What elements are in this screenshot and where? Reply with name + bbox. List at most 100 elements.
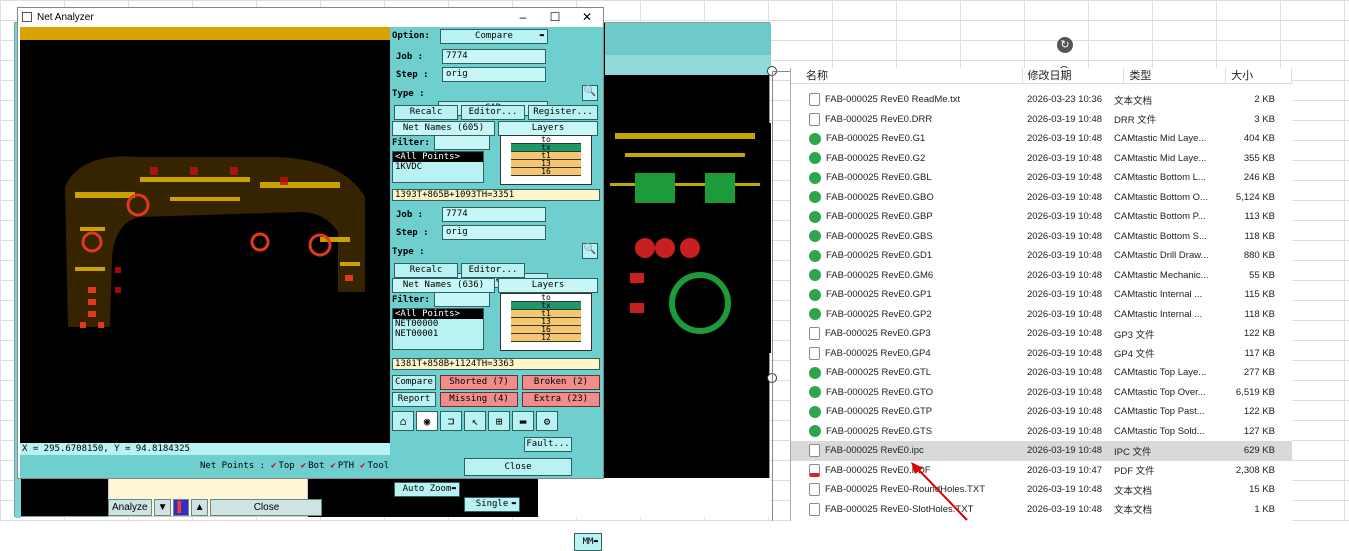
minimize-icon[interactable]: –: [507, 10, 539, 24]
color-swatch-icon[interactable]: ▌: [173, 499, 189, 516]
column-date[interactable]: 修改日期: [1023, 68, 1125, 83]
check-bot[interactable]: ✔ Bot: [301, 461, 325, 471]
editor-b-button[interactable]: Editor...: [461, 263, 525, 278]
filter-a-input[interactable]: [434, 135, 490, 150]
up-arrow-icon[interactable]: ▲: [190, 499, 209, 516]
auto-zoom-dropdown[interactable]: Auto Zoom: [394, 482, 460, 497]
fault-button[interactable]: Fault...: [524, 437, 572, 452]
file-row[interactable]: FAB-000025 RevE0.PDF 2026-03-19 10:47 PDF …: [791, 461, 1292, 481]
file-row[interactable]: FAB-000025 RevE0-SlotHoles.TXT 2026-03-19…: [791, 500, 1292, 520]
file-row[interactable]: FAB-000025 RevE0.GP4 2026-03-19 10:48 GP4 …: [791, 344, 1292, 364]
extra-button[interactable]: Extra (23): [522, 392, 600, 407]
file-type: CAMtastic Internal ...: [1114, 289, 1203, 301]
settings-icon[interactable]: ⚙: [536, 411, 558, 431]
file-row[interactable]: FAB-000025 RevE0.GBL 2026-03-19 10:48 CAMt…: [791, 168, 1292, 188]
zoom-a-icon[interactable]: 🔍: [582, 85, 598, 101]
net-list-a[interactable]: <All Points> 1KVDC: [392, 151, 484, 183]
file-date: 2026-03-19 10:48: [1027, 172, 1103, 184]
file-row[interactable]: FAB-000025 RevE0.ipc 2026-03-19 10:48 IPC …: [791, 441, 1292, 461]
net-list-b[interactable]: <All Points> NET00000 NET00001: [392, 308, 484, 350]
camera-icon[interactable]: ◉: [416, 411, 438, 431]
file-row[interactable]: FAB-000025 RevE0.GM6 2026-03-19 10:48 CAMt…: [791, 266, 1292, 286]
file-date: 2026-03-19 10:48: [1027, 445, 1103, 457]
missing-button[interactable]: Missing (4): [440, 392, 518, 407]
file-row[interactable]: FAB-000025 RevE0.GTS 2026-03-19 10:48 CAMt…: [791, 422, 1292, 442]
file-row[interactable]: FAB-000025 RevE0.GP1 2026-03-19 10:48 CAMt…: [791, 285, 1292, 305]
layers-b-list[interactable]: to tx t1 13 16 12: [500, 293, 592, 351]
file-row[interactable]: FAB-000025 RevE0.DRR 2026-03-19 10:48 DRR …: [791, 110, 1292, 130]
job-b-field[interactable]: 7774: [442, 207, 546, 222]
list-item[interactable]: 1KVDC: [393, 162, 483, 172]
file-row[interactable]: FAB-000025 RevE0.GBS 2026-03-19 10:48 CAMt…: [791, 227, 1292, 247]
layers-a-list[interactable]: to tx t1 13 16: [500, 135, 592, 185]
zoom-area-icon[interactable]: ⊐: [440, 411, 462, 431]
behind-close-button[interactable]: Close: [210, 499, 323, 516]
close-icon[interactable]: ✕: [571, 10, 603, 24]
txt-file-icon: [809, 502, 820, 516]
file-type: 文本文档: [1114, 95, 1153, 107]
file-row[interactable]: FAB-000025 RevE0.GP3 2026-03-19 10:48 GP3 …: [791, 324, 1292, 344]
layer-item[interactable]: 16: [511, 168, 581, 176]
maximize-icon[interactable]: ☐: [539, 10, 571, 24]
file-type: CAMtastic Top Over...: [1114, 386, 1206, 398]
pcb-board-graphic: [65, 156, 365, 328]
file-size: 127 KB: [1243, 425, 1275, 437]
list-item[interactable]: NET00000: [393, 319, 483, 329]
file-row[interactable]: FAB-000025 RevE0.GP2 2026-03-19 10:48 CAMt…: [791, 305, 1292, 325]
pointer-icon[interactable]: ↖: [464, 411, 486, 431]
recalc-a-button[interactable]: Recalc: [394, 105, 458, 120]
column-type[interactable]: 类型: [1124, 68, 1227, 83]
file-size: 55 KB: [1249, 269, 1275, 281]
file-name-cell: FAB-000025 RevE0.GM6: [791, 269, 1009, 282]
down-arrow-icon[interactable]: ▼: [153, 499, 172, 516]
file-row[interactable]: FAB-000025 RevE0.G2 2026-03-19 10:48 CAMta…: [791, 149, 1292, 169]
file-name: FAB-000025 RevE0.GBS: [826, 230, 933, 242]
check-pth[interactable]: ✔ PTH: [330, 461, 354, 471]
file-size: 5,124 KB: [1235, 191, 1275, 203]
zoom-b-icon[interactable]: 🔍: [582, 243, 598, 259]
file-type: CAMtastic Mid Laye...: [1114, 133, 1207, 145]
file-row[interactable]: FAB-000025 RevE0.GBO 2026-03-19 10:48 CAMt…: [791, 188, 1292, 208]
column-name[interactable]: 名称: [791, 68, 1023, 83]
rotate-icon[interactable]: ↻: [1057, 37, 1073, 53]
register-a-button[interactable]: Register...: [528, 105, 598, 120]
single-dropdown[interactable]: Single: [464, 497, 520, 512]
file-row[interactable]: FAB-000025 RevE0.GTO 2026-03-19 10:48 CAMt…: [791, 383, 1292, 403]
file-row[interactable]: FAB-000025 RevE0.GD1 2026-03-19 10:48 CAMt…: [791, 246, 1292, 266]
filter-b-input[interactable]: [434, 292, 490, 307]
file-name-cell: FAB-000025 RevE0.GP4: [791, 346, 1009, 360]
analyze-button[interactable]: Analyze: [108, 499, 152, 516]
file-row[interactable]: FAB-000025 RevE0-RoundHoles.TXT 2026-03-1…: [791, 480, 1292, 500]
recalc-b-button[interactable]: Recalc: [394, 263, 458, 278]
pcb-canvas[interactable]: [20, 27, 390, 443]
file-row[interactable]: FAB-000025 RevE0.GBP 2026-03-19 10:48 CAMt…: [791, 207, 1292, 227]
close-button[interactable]: Close: [464, 458, 572, 476]
cam-file-icon: [809, 386, 821, 399]
check-top[interactable]: ✔ Top: [271, 461, 295, 471]
column-header: 名称 修改日期 类型 大小: [791, 68, 1292, 84]
units-dropdown[interactable]: MM: [574, 533, 602, 551]
list-item[interactable]: NET00001: [393, 329, 483, 339]
home-icon[interactable]: ⌂: [392, 411, 414, 431]
file-row[interactable]: FAB-000025 RevE0.GTP 2026-03-19 10:48 CAMt…: [791, 402, 1292, 422]
file-row[interactable]: FAB-000025 RevE0.GTL 2026-03-19 10:48 CAMt…: [791, 363, 1292, 383]
shorted-button[interactable]: Shorted (7): [440, 375, 518, 390]
editor-a-button[interactable]: Editor...: [461, 105, 525, 120]
file-row[interactable]: FAB-000025 RevE0 ReadMe.txt 2026-03-23 10…: [791, 90, 1292, 110]
selection-border: [772, 71, 773, 521]
list-item[interactable]: <All Points>: [393, 152, 483, 162]
ruler-icon[interactable]: ▬: [512, 411, 534, 431]
column-size[interactable]: 大小: [1226, 68, 1292, 83]
window-icon[interactable]: ⊞: [488, 411, 510, 431]
check-tool[interactable]: ✔ Tool: [360, 461, 389, 471]
step-b-field[interactable]: orig: [442, 225, 546, 240]
step-a-field[interactable]: orig: [442, 67, 546, 82]
layer-item[interactable]: 12: [511, 334, 581, 342]
report-button[interactable]: Report: [392, 392, 436, 407]
job-a-field[interactable]: 7774: [442, 49, 546, 64]
compare-button[interactable]: Compare: [392, 375, 436, 390]
list-item[interactable]: <All Points>: [393, 309, 483, 319]
option-dropdown[interactable]: Compare: [440, 29, 548, 44]
broken-button[interactable]: Broken (2): [522, 375, 600, 390]
file-row[interactable]: FAB-000025 RevE0.G1 2026-03-19 10:48 CAMta…: [791, 129, 1292, 149]
